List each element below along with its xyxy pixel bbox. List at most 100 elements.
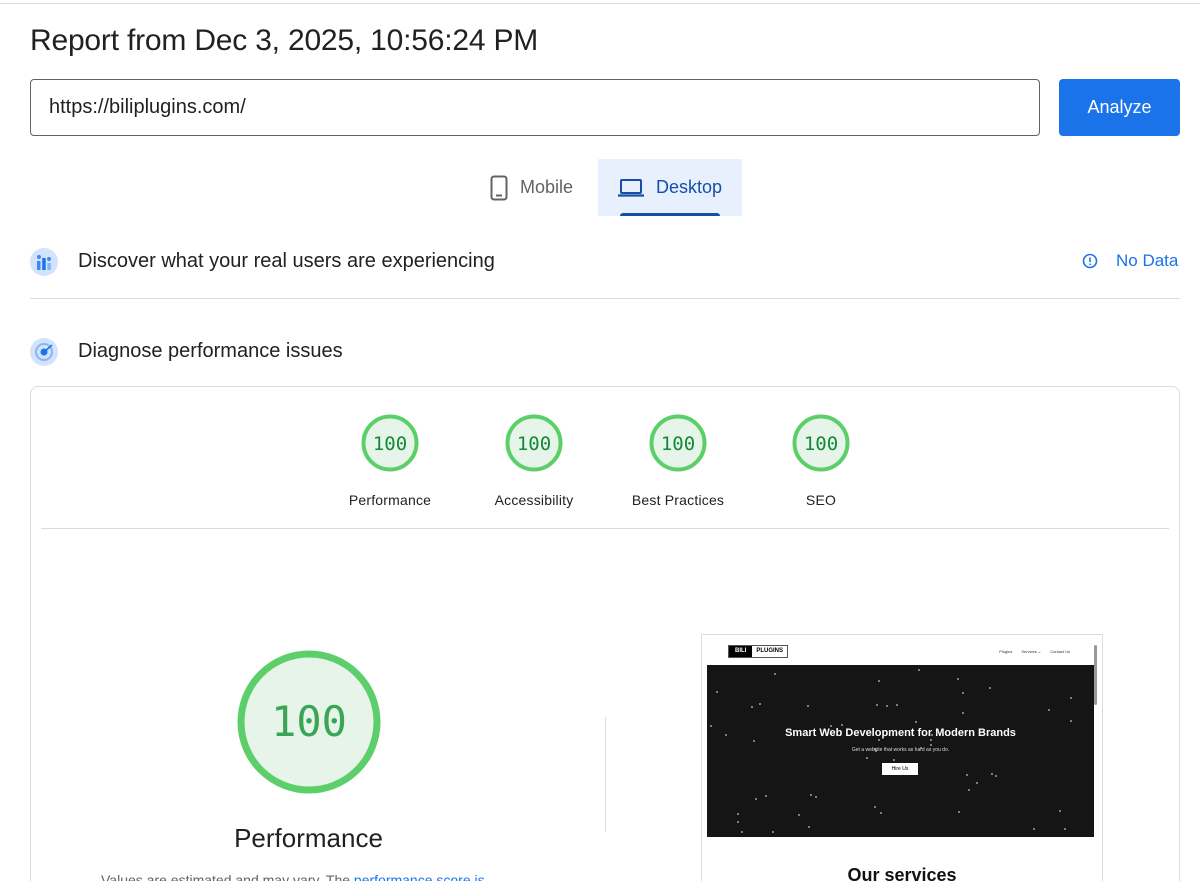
performance-score-link[interactable]: performance score is: [354, 872, 485, 881]
screenshot-star: [758, 702, 761, 705]
lighthouse-report-card: 100 Performance 100 Accessibility 100 Be…: [30, 386, 1180, 881]
score-gauge-seo[interactable]: 100 SEO: [761, 414, 881, 508]
screenshot-menu-item: Plugins: [999, 649, 1013, 654]
screenshot-star: [880, 811, 883, 814]
top-divider: [0, 3, 1200, 4]
vertical-divider: [605, 717, 606, 832]
screenshot-star: [878, 738, 881, 741]
tab-mobile[interactable]: Mobile: [470, 159, 598, 216]
score-gauge-accessibility[interactable]: 100 Accessibility: [474, 414, 594, 508]
screenshot-star: [807, 704, 810, 707]
laptop-icon: [618, 178, 644, 198]
screenshot-navbar: BILI PLUGINS Plugins Services ⌄ Contact …: [702, 635, 1102, 665]
screenshot-star: [809, 793, 812, 796]
screenshot-star: [773, 673, 776, 676]
lighthouse-icon: [30, 338, 58, 366]
screenshot-star: [919, 746, 922, 749]
no-data-status[interactable]: No Data: [1082, 251, 1178, 271]
screenshot-star: [929, 739, 932, 742]
score-label: Best Practices: [631, 492, 725, 508]
selected-tab-indicator: [620, 213, 720, 216]
screenshot-star: [873, 748, 876, 751]
tab-desktop[interactable]: Desktop: [598, 159, 742, 216]
url-field[interactable]: [30, 79, 1040, 136]
performance-score-ring: 100: [237, 650, 381, 794]
screenshot-star: [962, 712, 965, 715]
screenshot-star: [1059, 809, 1062, 812]
screenshot-headline: Smart Web Development for Modern Brands: [785, 727, 1016, 739]
screenshot-logo: BILI PLUGINS: [728, 645, 789, 658]
screenshot-star: [1033, 827, 1036, 830]
screenshot-star: [873, 805, 876, 808]
screenshot-star: [878, 680, 881, 683]
screenshot-star: [771, 830, 774, 833]
phone-icon: [490, 175, 508, 201]
score-label: Performance: [348, 492, 432, 508]
screenshot-star: [975, 782, 978, 785]
screenshot-star: [1047, 709, 1050, 712]
score-gauge-performance[interactable]: 100 Performance: [330, 414, 450, 508]
screenshot-cta: Hire Us: [882, 763, 918, 775]
tab-desktop-label: Desktop: [656, 177, 723, 197]
screenshot-star: [930, 734, 933, 737]
screenshot-star: [967, 788, 970, 791]
performance-heading: Performance: [234, 823, 383, 853]
score-ring: 100: [361, 414, 419, 472]
screenshot-star: [754, 798, 757, 801]
screenshot-star: [750, 705, 753, 708]
screenshot-star: [991, 772, 993, 775]
performance-score-value: 100: [271, 697, 347, 746]
screenshot-star: [989, 687, 992, 690]
score-value: 100: [373, 433, 407, 455]
estimate-note-text: Values are estimated and may vary. The: [101, 872, 354, 881]
screenshot-star: [914, 720, 917, 723]
screenshot-star: [893, 759, 896, 762]
page-screenshot: BILI PLUGINS Plugins Services ⌄ Contact …: [701, 634, 1103, 881]
estimate-note: Values are estimated and may vary. The p…: [101, 872, 485, 881]
score-gauge-best-practices[interactable]: 100 Best Practices: [618, 414, 738, 508]
screenshot-services-heading: Our services: [847, 865, 957, 881]
url-input[interactable]: [49, 80, 1029, 135]
score-value: 100: [661, 433, 695, 455]
screenshot-menu-item: Contact Us: [1050, 649, 1070, 654]
screenshot-menu-item: Services ⌄: [1021, 649, 1042, 654]
diagnose-section-title: Diagnose performance issues: [78, 340, 343, 362]
screenshot-star: [815, 796, 818, 799]
screenshot-star: [917, 669, 920, 672]
score-value: 100: [517, 433, 551, 455]
screenshot-star: [885, 704, 888, 707]
screenshot-star: [930, 743, 933, 746]
report-title: Report from Dec 3, 2025, 10:56:24 PM: [30, 24, 539, 57]
screenshot-scrollbar: [1094, 645, 1097, 705]
scores-divider: [41, 528, 1169, 529]
screenshot-star: [752, 739, 755, 742]
screenshot-star: [962, 691, 965, 694]
screenshot-subheadline: Get a website that works as hard as you …: [851, 747, 950, 753]
screenshot-star: [957, 811, 960, 814]
screenshot-star: [716, 690, 719, 693]
screenshot-star: [797, 813, 800, 816]
score-label: SEO: [805, 492, 837, 508]
analyze-button[interactable]: Analyze: [1059, 79, 1180, 136]
screenshot-star: [1063, 827, 1066, 830]
score-ring: 100: [792, 414, 850, 472]
screenshot-star: [808, 825, 811, 828]
score-ring: 100: [649, 414, 707, 472]
crux-section-title: Discover what your real users are experi…: [78, 250, 495, 272]
field-data-icon: [30, 248, 58, 276]
screenshot-star: [866, 757, 869, 760]
screenshot-star: [829, 725, 832, 728]
screenshot-star: [765, 794, 768, 797]
tab-mobile-label: Mobile: [520, 177, 574, 197]
screenshot-star: [995, 774, 998, 777]
screenshot-star: [876, 704, 879, 707]
screenshot-star: [788, 731, 791, 734]
screenshot-menu: Plugins Services ⌄ Contact Us: [999, 649, 1070, 654]
screenshot-hero: Smart Web Development for Modern Brands …: [707, 665, 1094, 837]
score-value: 100: [804, 433, 838, 455]
section-divider: [30, 298, 1180, 299]
screenshot-star: [1069, 719, 1072, 722]
no-data-label: No Data: [1116, 251, 1179, 270]
performance-gauge: 100: [236, 649, 382, 800]
score-label: Accessibility: [494, 492, 574, 508]
